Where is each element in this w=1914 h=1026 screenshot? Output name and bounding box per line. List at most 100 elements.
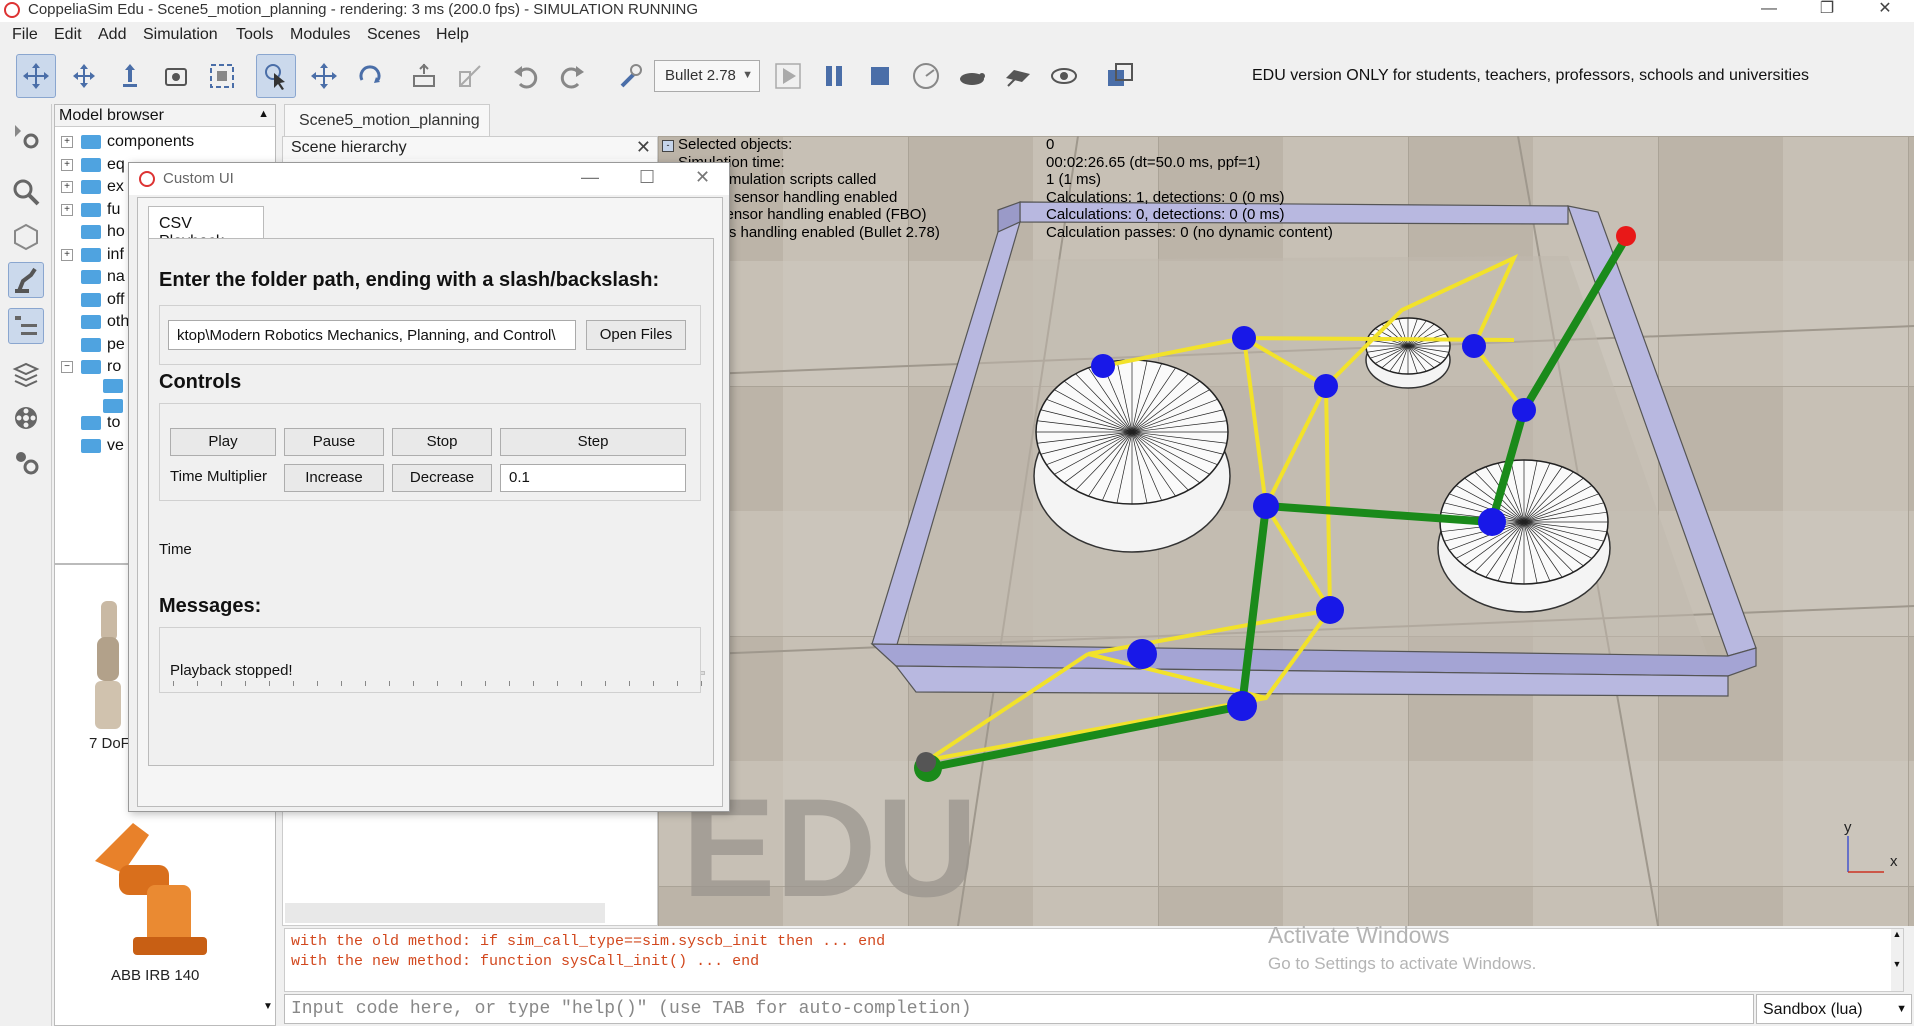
info-label: sensor handling enabled (FBO) <box>718 206 927 224</box>
close-icon[interactable]: ✕ <box>695 167 710 188</box>
info-toggle-icon[interactable]: - <box>662 140 674 152</box>
maximize-icon[interactable]: ☐ <box>639 167 655 188</box>
scene-hierarchy-icon[interactable] <box>8 308 44 344</box>
menu-add[interactable]: Add <box>98 26 126 44</box>
camera-pan-icon[interactable] <box>16 54 56 98</box>
collapse-icon[interactable]: ▲ <box>258 108 269 120</box>
time-label: Time <box>159 541 192 558</box>
camera-rotate-icon[interactable] <box>64 54 104 98</box>
transfer-dna-icon[interactable] <box>450 54 490 98</box>
folder-icon <box>103 379 123 394</box>
fit-to-view-icon[interactable] <box>202 54 242 98</box>
open-files-button[interactable]: Open Files <box>586 320 686 350</box>
stop-icon[interactable] <box>860 54 900 98</box>
tree-item[interactable]: + inf <box>61 244 124 266</box>
menu-modules[interactable]: Modules <box>290 26 350 44</box>
expand-icon[interactable]: + <box>61 203 73 216</box>
menu-simulation[interactable]: Simulation <box>143 26 218 44</box>
console-line: with the old method: if sim_call_type==s… <box>291 933 886 950</box>
undo-icon[interactable] <box>506 54 546 98</box>
tree-item[interactable]: oth <box>61 311 129 333</box>
controls-group: Play Pause Stop Step Time Multiplier Inc… <box>159 403 701 501</box>
time-multiplier-input[interactable]: 0.1 <box>500 464 686 492</box>
dialog-body: CSV Playback Enter the folder path, endi… <box>137 197 723 807</box>
tree-item[interactable]: + ex <box>61 176 124 198</box>
dynamics-settings-icon[interactable] <box>610 54 650 98</box>
redo-icon[interactable] <box>552 54 592 98</box>
tree-item[interactable]: pe <box>61 334 125 356</box>
slider-tick <box>509 681 510 686</box>
close-icon[interactable]: ✕ <box>636 137 651 158</box>
tree-item-label: fu <box>107 200 121 218</box>
menu-tools[interactable]: Tools <box>236 26 273 44</box>
expand-icon[interactable]: + <box>61 158 73 171</box>
scene-tab[interactable]: Scene5_motion_planning <box>284 104 490 136</box>
tree-item[interactable]: ho <box>61 221 125 243</box>
visualization-icon[interactable] <box>1044 54 1084 98</box>
tab-csv-playback[interactable]: CSV Playback <box>148 206 264 250</box>
folder-icon <box>81 157 101 172</box>
stop-button[interactable]: Stop <box>392 428 492 456</box>
pause-icon[interactable] <box>814 54 854 98</box>
slow-down-icon[interactable] <box>952 54 992 98</box>
menu-scenes[interactable]: Scenes <box>367 26 420 44</box>
expand-icon[interactable]: + <box>61 248 73 261</box>
3d-viewport[interactable]: EDU x y - Selected objects: Simulation t… <box>658 136 1914 926</box>
robot-arm-icon[interactable] <box>8 262 44 298</box>
simulation-settings-icon[interactable] <box>8 118 44 154</box>
expand-icon[interactable]: − <box>61 361 73 373</box>
tree-item[interactable]: + eq <box>61 154 125 176</box>
left-toolbar <box>0 104 52 1026</box>
slider-tick <box>341 681 342 686</box>
minimize-icon[interactable]: — <box>581 167 599 188</box>
tree-item-label: off <box>107 290 125 308</box>
play-button[interactable]: Play <box>170 428 276 456</box>
click-select-icon[interactable] <box>256 54 296 98</box>
code-input[interactable]: Input code here, or type "help()" (use T… <box>284 994 1754 1024</box>
time-multiplier-label: Time Multiplier <box>170 468 267 485</box>
object-shift-icon[interactable] <box>304 54 344 98</box>
sandbox-select[interactable]: Sandbox (lua) ▼ <box>1756 994 1912 1024</box>
real-time-icon[interactable] <box>906 54 946 98</box>
horizontal-scrollbar[interactable] <box>285 903 605 923</box>
menu-edit[interactable]: Edit <box>54 26 82 44</box>
tree-item[interactable]: na <box>61 266 125 288</box>
menu-file[interactable]: File <box>12 26 38 44</box>
object-rotate-icon[interactable] <box>350 54 390 98</box>
menu-help[interactable]: Help <box>436 26 469 44</box>
tree-item-label: pe <box>107 335 125 353</box>
camera-shift-icon[interactable] <box>110 54 150 98</box>
folder-path-input[interactable]: ktop\Modern Robotics Mechanics, Planning… <box>168 320 576 350</box>
zoom-icon[interactable] <box>8 174 44 210</box>
tree-item[interactable]: off <box>61 289 125 311</box>
folder-group: ktop\Modern Robotics Mechanics, Planning… <box>159 305 701 365</box>
tree-item[interactable]: + fu <box>61 199 120 221</box>
tree-item[interactable]: + components <box>61 131 194 153</box>
pages-icon[interactable] <box>1100 54 1140 98</box>
tree-item[interactable]: to <box>61 412 120 434</box>
step-button[interactable]: Step <box>500 428 686 456</box>
user-settings-icon[interactable] <box>8 444 44 480</box>
layers-icon[interactable] <box>8 356 44 392</box>
abb-irb-140-thumbnail[interactable] <box>73 809 229 959</box>
expand-icon[interactable]: + <box>61 136 73 148</box>
tree-child-item[interactable] <box>103 375 129 397</box>
tree-item[interactable]: ve <box>61 435 124 457</box>
scroll-down-icon[interactable]: ▼ <box>261 1001 275 1025</box>
maximize-button[interactable]: ❐ <box>1804 0 1850 22</box>
minimize-button[interactable]: — <box>1746 0 1792 22</box>
decrease-button[interactable]: Decrease <box>392 464 492 492</box>
increase-button[interactable]: Increase <box>284 464 384 492</box>
console-scrollbar[interactable]: ▲ ▼ <box>1891 929 1903 991</box>
shape-icon[interactable] <box>8 218 44 254</box>
speed-up-icon[interactable] <box>998 54 1038 98</box>
play-icon[interactable] <box>768 54 808 98</box>
assemble-icon[interactable] <box>404 54 444 98</box>
chevron-down-icon: ▼ <box>742 69 753 81</box>
pause-button[interactable]: Pause <box>284 428 384 456</box>
close-button[interactable]: ✕ <box>1862 0 1908 22</box>
film-reel-icon[interactable] <box>8 400 44 436</box>
expand-icon[interactable]: + <box>61 181 73 193</box>
physics-engine-select[interactable]: Bullet 2.78 ▼ <box>654 60 760 92</box>
camera-angle-icon[interactable] <box>156 54 196 98</box>
